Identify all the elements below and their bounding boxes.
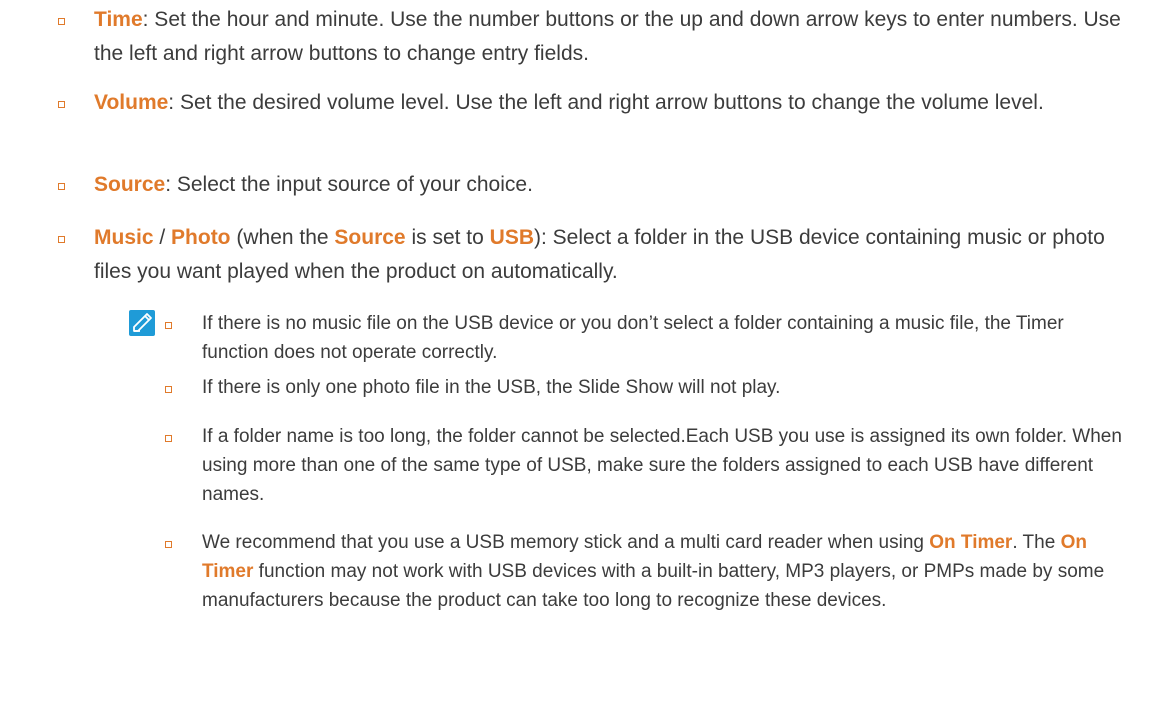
term-usb: USB (489, 226, 534, 249)
note-item-on-timer: We recommend that you use a USB memory s… (202, 528, 1132, 615)
square-bullet-icon (58, 183, 65, 190)
square-bullet-icon (165, 541, 172, 548)
square-bullet-icon (165, 322, 172, 329)
term-time: Time (94, 8, 143, 31)
item-text: (when the (230, 226, 335, 249)
term-volume: Volume (94, 91, 169, 114)
term-source: Source (94, 173, 166, 196)
note-pencil-icon (129, 310, 155, 336)
list-item-time: Time: Set the hour and minute. Use the n… (94, 3, 1124, 71)
term-on-timer: On Timer (929, 532, 1013, 553)
square-bullet-icon (58, 101, 65, 108)
square-bullet-icon (58, 236, 65, 243)
manual-page: Time: Set the hour and minute. Use the n… (0, 0, 1157, 706)
term-music: Music (94, 226, 154, 249)
item-text: is set to (405, 226, 490, 249)
square-bullet-icon (58, 18, 65, 25)
note-text: We recommend that you use a USB memory s… (202, 532, 930, 553)
note-item-folder-name: If a folder name is too long, the folder… (202, 422, 1132, 509)
list-item-source: Source: Select the input source of your … (94, 168, 1124, 202)
term-photo: Photo (171, 226, 231, 249)
term-source: Source (334, 226, 406, 249)
item-text: : Select the input source of your choice… (165, 173, 533, 196)
item-text: : Set the desired volume level. Use the … (168, 91, 1044, 114)
separator: / (153, 226, 172, 249)
list-item-volume: Volume: Set the desired volume level. Us… (94, 86, 1124, 120)
item-text: : Set the hour and minute. Use the numbe… (94, 8, 1121, 65)
note-item-one-photo: If there is only one photo file in the U… (202, 373, 1132, 402)
note-text: . The (1012, 532, 1061, 553)
square-bullet-icon (165, 435, 172, 442)
list-item-music-photo: Music / Photo (when the Source is set to… (94, 221, 1124, 289)
note-text: If a folder name is too long, the folder… (202, 426, 1122, 505)
square-bullet-icon (165, 386, 172, 393)
note-text: If there is no music file on the USB dev… (202, 313, 1064, 363)
note-text: If there is only one photo file in the U… (202, 377, 781, 398)
note-text: function may not work with USB devices w… (202, 561, 1105, 611)
note-item-no-music: If there is no music file on the USB dev… (202, 309, 1132, 367)
